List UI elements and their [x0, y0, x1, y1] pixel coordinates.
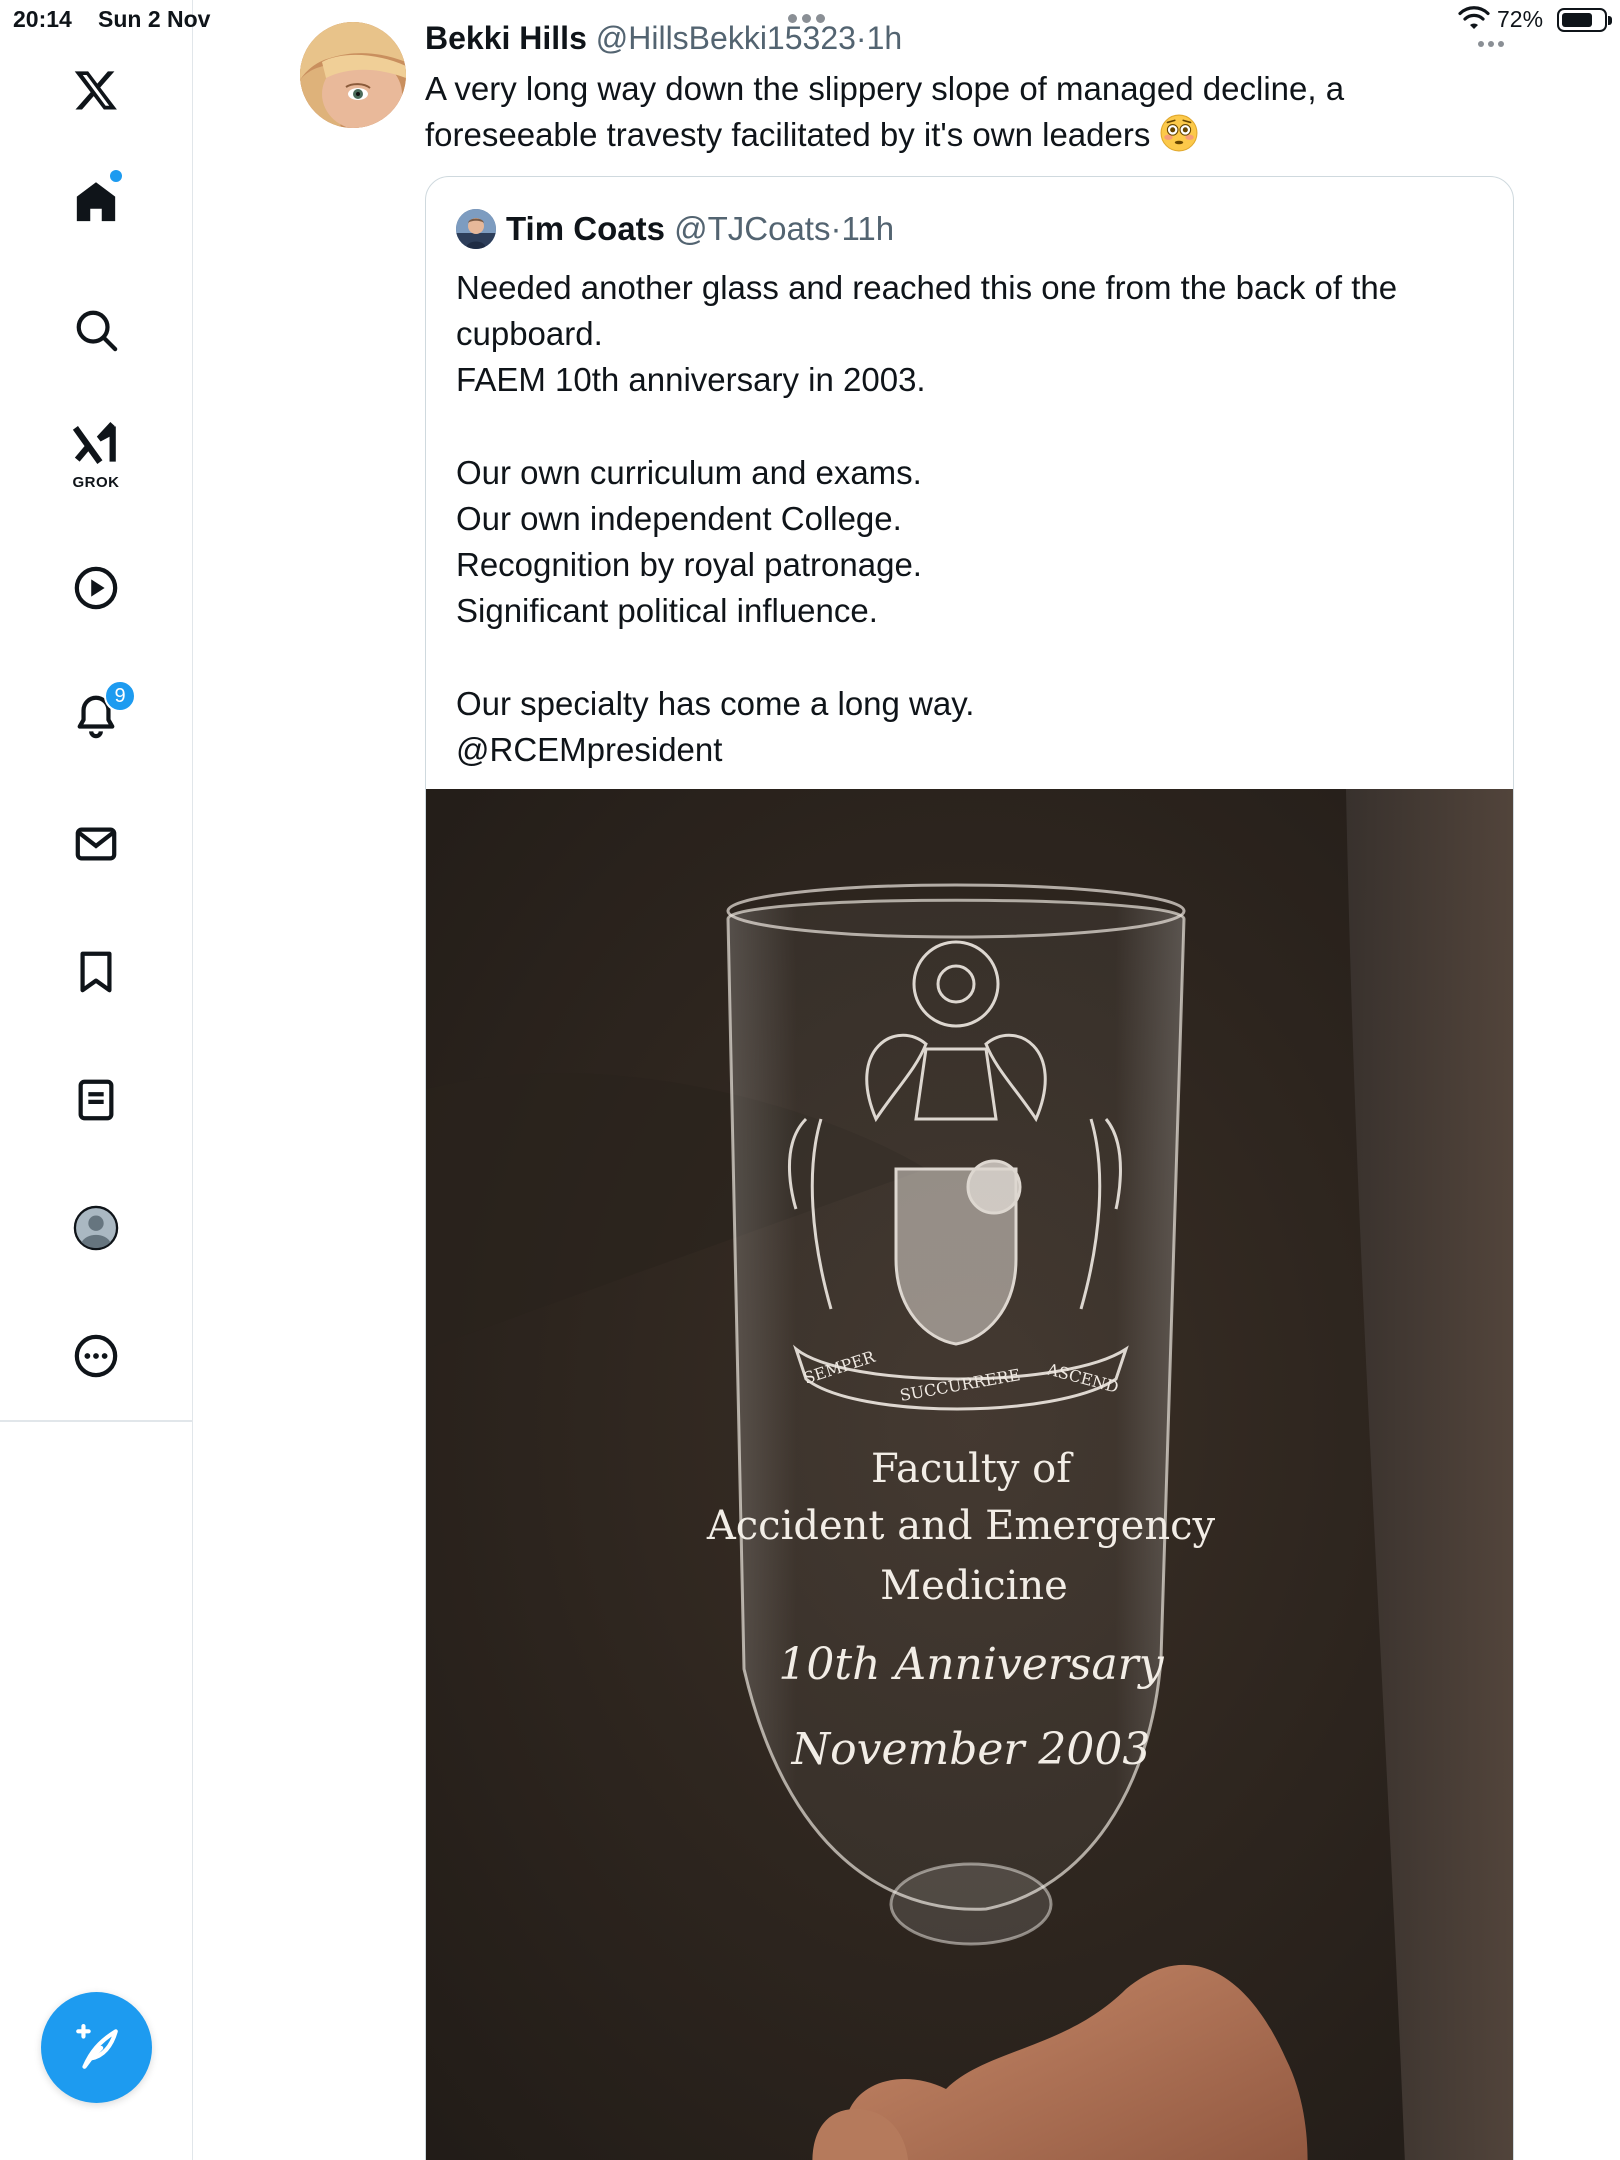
search-icon	[76, 310, 118, 352]
mail-icon	[75, 827, 117, 861]
sidebar-item-messages[interactable]	[56, 804, 136, 884]
sidebar-item-home[interactable]	[56, 162, 136, 242]
quoted-post-text: Needed another glass and reached this on…	[456, 269, 1398, 769]
flushed-face-emoji-icon	[1160, 114, 1197, 152]
quoted-post-card[interactable]: Tim Coats @TJCoats·11h Needed another gl…	[425, 176, 1514, 2160]
multitasking-dots-icon[interactable]	[788, 10, 834, 23]
quoted-post-photo[interactable]: SEMPER SUCCURRERE ASCEND Faculty of Acci…	[426, 789, 1513, 2160]
status-date: Sun 2 Nov	[98, 6, 211, 32]
engraving-line-2: Accident and Emergency	[706, 1503, 1216, 1549]
sidebar-nav: GROK 9	[0, 0, 193, 2160]
grok-label: GROK	[72, 474, 120, 491]
grok-icon	[72, 422, 116, 464]
compose-feather-plus-icon	[75, 2023, 118, 2069]
engraving-line-1: Faculty of	[871, 1446, 1074, 1492]
quoted-author-name[interactable]: Tim Coats	[506, 210, 665, 247]
sidebar-item-notifications[interactable]: 9	[56, 676, 136, 756]
sidebar-item-videos[interactable]	[56, 548, 136, 628]
sidebar-divider	[0, 1420, 193, 1422]
sidebar-item-articles[interactable]	[56, 1060, 136, 1140]
status-bar: 20:14 Sun 2 Nov 72%	[0, 0, 1620, 40]
quoted-post-time[interactable]: 11h	[841, 210, 894, 247]
article-icon	[78, 1079, 114, 1121]
quoted-header-separator: ·	[830, 210, 842, 247]
sidebar-item-more[interactable]	[56, 1316, 136, 1396]
profile-avatar-icon	[73, 1205, 119, 1251]
compose-post-button[interactable]	[41, 1992, 152, 2103]
play-icon	[74, 566, 118, 610]
new-content-dot	[110, 170, 122, 182]
quoted-author-avatar[interactable]	[456, 209, 496, 249]
quoted-header: Tim Coats @TJCoats·11h	[506, 209, 894, 249]
sidebar-item-bookmarks[interactable]	[56, 932, 136, 1012]
bookmark-icon	[80, 951, 112, 993]
engraving-line-4: 10th Anniversary	[778, 1639, 1164, 1690]
more-circle-icon	[74, 1334, 118, 1378]
tweet-text: A very long way down the slippery slope …	[425, 66, 1525, 158]
sidebar-item-grok[interactable]: GROK	[56, 416, 136, 506]
engraving-line-5: November 2003	[791, 1724, 1151, 1775]
engraving-line-3: Medicine	[880, 1563, 1068, 1609]
wifi-icon	[1458, 6, 1490, 29]
battery-percent: 72%	[1497, 6, 1544, 32]
status-time: 20:14	[13, 6, 72, 32]
home-icon	[76, 182, 116, 222]
tweet-body: A very long way down the slippery slope …	[425, 70, 1345, 153]
sidebar-item-explore[interactable]	[56, 290, 136, 370]
x-logo-icon[interactable]	[56, 50, 136, 130]
notifications-count-badge: 9	[104, 680, 136, 712]
quoted-author-handle[interactable]: @TJCoats	[674, 210, 830, 247]
battery-icon	[1557, 8, 1612, 32]
sidebar-item-profile[interactable]	[56, 1188, 136, 1268]
engraved-glass-photo: SEMPER SUCCURRERE ASCEND Faculty of Acci…	[426, 789, 1513, 2160]
